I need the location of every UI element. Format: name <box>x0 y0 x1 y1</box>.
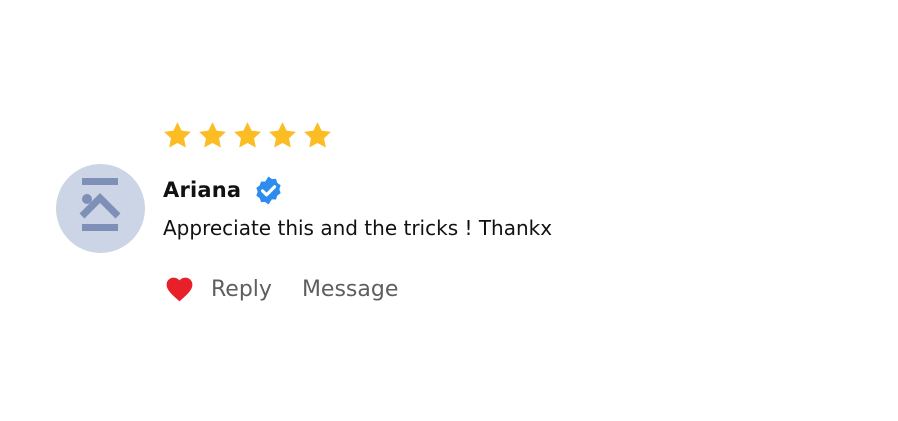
star-icon <box>269 121 296 148</box>
heart-icon[interactable] <box>164 274 195 305</box>
author-name[interactable]: Ariana <box>163 178 241 202</box>
star-icon <box>304 121 331 148</box>
avatar[interactable] <box>56 164 145 253</box>
author-row: Ariana <box>163 173 284 207</box>
verified-badge-icon <box>256 176 281 204</box>
review-card: Ariana Appreciate this and the tricks ! … <box>0 0 898 421</box>
review-comment: Appreciate this and the tricks ! Thankx <box>163 216 553 240</box>
default-avatar-icon <box>79 178 121 231</box>
message-button[interactable]: Message <box>302 277 398 302</box>
star-icon <box>164 121 191 148</box>
review-actions: Reply Message <box>164 271 398 307</box>
star-icon <box>234 121 261 148</box>
star-icon <box>199 121 226 148</box>
reply-button[interactable]: Reply <box>211 277 272 302</box>
star-rating <box>162 118 333 152</box>
